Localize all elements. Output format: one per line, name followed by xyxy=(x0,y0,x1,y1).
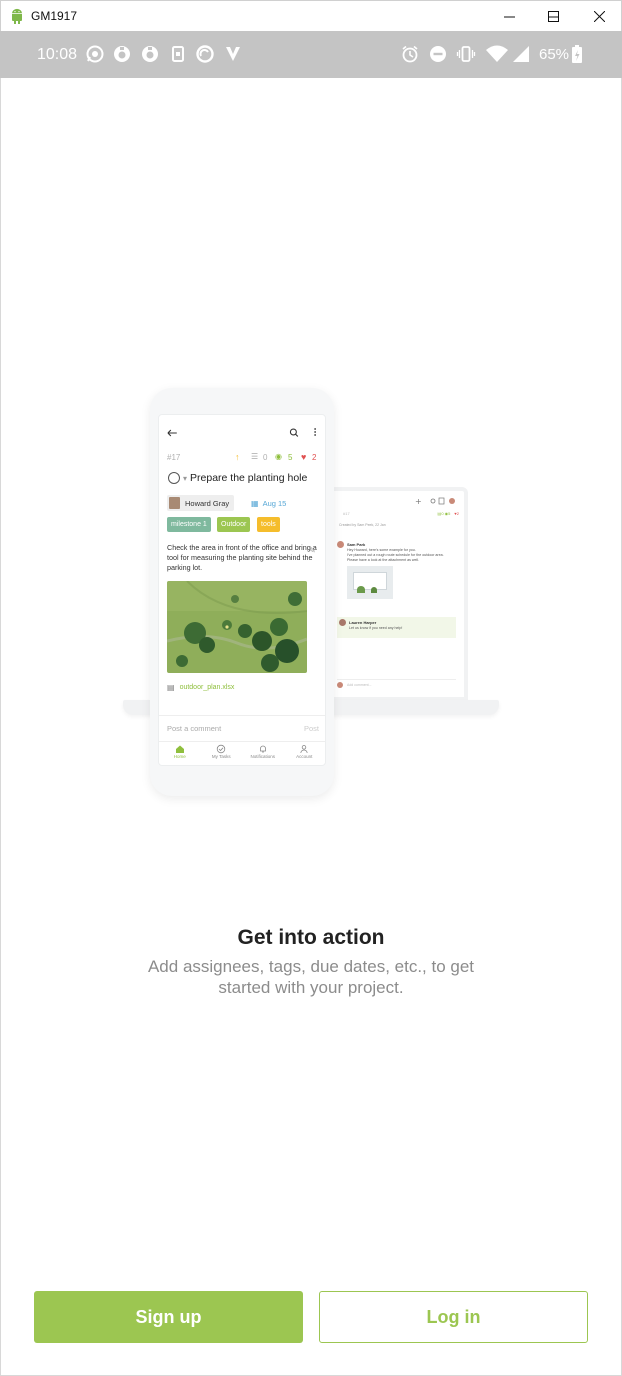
comment-author: Lauren Harper xyxy=(349,620,377,625)
due-date: Aug 15 xyxy=(262,498,287,508)
sim-icon xyxy=(172,46,184,62)
maximize-icon xyxy=(547,11,559,22)
laptop-comment-2: Lauren Harper Let us know if you need an… xyxy=(337,617,456,638)
due-date-chip: ▦ Aug 15 xyxy=(251,495,286,511)
signal-icon xyxy=(513,46,529,62)
whatsapp-icon xyxy=(86,45,104,63)
task-title-row: ▾ Prepare the planting hole xyxy=(168,472,307,484)
calendar-icon: ▦ xyxy=(251,498,259,508)
bell-icon xyxy=(259,745,266,753)
maximize-button[interactable] xyxy=(531,1,575,32)
arrow-up-icon: ↑ xyxy=(235,452,240,462)
phone-topbar xyxy=(167,428,317,437)
close-icon xyxy=(593,11,605,22)
laptop-heart-icon: ♥2 xyxy=(454,510,459,516)
window-title: GM1917 xyxy=(31,9,78,23)
complete-circle-icon xyxy=(168,472,180,484)
window-titlebar: GM1917 xyxy=(0,0,622,31)
watchers-count: 5 xyxy=(288,453,293,462)
phone-illustration: #17 ↑ ☰ 0 ◉ 5 ♥ 2 ▾ Prepare the planting… xyxy=(150,388,334,796)
vibrate-icon xyxy=(456,46,476,62)
android-icon xyxy=(12,8,22,24)
subtasks-count: 0 xyxy=(263,453,268,462)
attachment-file: ▤ outdoor_plan.xlsx xyxy=(167,683,234,692)
onboarding-headline: Get into action xyxy=(237,926,385,949)
login-button[interactable]: Log in xyxy=(319,1291,588,1343)
bottom-nav: Home My Tasks Notifications Account xyxy=(159,741,326,765)
person-icon xyxy=(300,745,308,754)
comment-line: Please have a look at the attachment as … xyxy=(347,558,420,562)
laptop-screen-illustration: + #17 ▤0 ◉5 ♥2 Created by Sam Peek, 22 J… xyxy=(329,487,468,701)
nav-account: Account xyxy=(284,742,326,765)
dnd-icon xyxy=(430,46,446,62)
avatar xyxy=(337,541,344,548)
home-icon xyxy=(175,745,184,753)
subtasks-icon: ☰ xyxy=(251,452,259,461)
laptop-comment-input: Add comment... xyxy=(337,679,456,689)
refresh-icon xyxy=(196,45,214,63)
task-description: Check the area in front of the office an… xyxy=(167,543,317,572)
svg-text:+: + xyxy=(415,497,422,506)
likes-count: 2 xyxy=(312,453,317,462)
assignee-name: Howard Gray xyxy=(185,498,230,508)
battery-icon xyxy=(572,45,582,63)
status-time: 10:08 xyxy=(37,46,78,63)
task-meta-row: #17 ↑ ☰ 0 ◉ 5 ♥ 2 xyxy=(167,452,319,465)
edit-pencil-icon: ✎ xyxy=(309,546,316,555)
laptop-app-view: + #17 ▤0 ◉5 ♥2 Created by Sam Peek, 22 J… xyxy=(333,491,464,697)
v-icon xyxy=(226,47,240,61)
minimize-icon xyxy=(503,16,515,18)
assignee-chip: Howard Gray xyxy=(167,495,235,511)
laptop-comment-1: Sam Park Hey Howard, here's some example… xyxy=(337,541,447,599)
search-icon xyxy=(289,428,299,437)
attachment-name: outdoor_plan.xlsx xyxy=(179,684,235,691)
eye-icon: ◉ xyxy=(275,452,282,461)
chevron-down-icon: ▾ xyxy=(183,473,188,483)
check-circle-icon xyxy=(217,744,226,754)
file-icon: ▤ xyxy=(167,683,175,692)
laptop-meta: ▤0 ◉5 xyxy=(437,510,451,516)
laptop-task-id: #17 xyxy=(343,510,350,516)
more-icon xyxy=(314,428,317,436)
nav-notifications: Notifications xyxy=(242,742,284,765)
wifi-icon xyxy=(486,45,508,62)
comment-bar: Post a comment Post xyxy=(159,715,325,741)
comment-photo xyxy=(347,566,393,599)
avatar xyxy=(169,497,180,509)
avatar xyxy=(337,681,343,688)
avatar xyxy=(339,619,346,626)
phone-screen: #17 ↑ ☰ 0 ◉ 5 ♥ 2 ▾ Prepare the planting… xyxy=(158,414,326,766)
tag-milestone: milestone 1 xyxy=(167,517,211,532)
battery-percent: 65% xyxy=(539,46,570,63)
post-label: Post xyxy=(303,724,319,733)
heart-icon: ♥ xyxy=(301,452,307,462)
garden-aerial-photo xyxy=(167,581,307,673)
nav-my-tasks: My Tasks xyxy=(201,742,243,765)
comment-line: Let us know if you need any help! xyxy=(349,626,403,630)
minimize-button[interactable] xyxy=(487,1,531,32)
comment-author: Sam Park xyxy=(347,542,366,547)
signup-button[interactable]: Sign up xyxy=(34,1291,303,1343)
app-icon xyxy=(114,46,130,62)
nav-home: Home xyxy=(159,742,201,765)
laptop-created-by: Created by Sam Peek, 22 Jan xyxy=(339,523,386,527)
tag-tools: tools xyxy=(257,517,280,532)
onboarding-subline: Add assignees, tags, due dates, etc., to… xyxy=(147,957,475,997)
alarm-icon xyxy=(402,45,418,63)
back-arrow-icon xyxy=(167,429,177,437)
comment-placeholder: Post a comment xyxy=(167,724,222,733)
task-id: #17 xyxy=(167,453,181,462)
task-title: Prepare the planting hole xyxy=(190,472,308,484)
tag-outdoor: Outdoor xyxy=(217,517,251,532)
close-button[interactable] xyxy=(577,1,621,32)
app-icon xyxy=(142,46,158,62)
status-bar: 10:08 65% xyxy=(0,31,622,78)
